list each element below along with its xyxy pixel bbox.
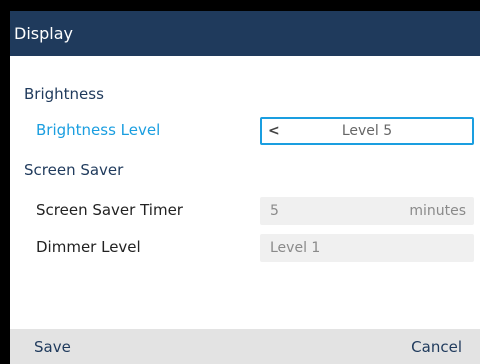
section-brightness: Brightness bbox=[24, 85, 104, 103]
screen-saver-timer-label: Screen Saver Timer bbox=[36, 201, 183, 219]
device-frame: Display Brightness Brightness Level < Le… bbox=[0, 0, 480, 364]
brightness-level-label: Brightness Level bbox=[36, 121, 161, 139]
page-title: Display bbox=[14, 24, 73, 43]
screen-saver-timer-value: 5 bbox=[270, 203, 279, 219]
screen-saver-timer-field[interactable]: 5 minutes bbox=[260, 197, 474, 225]
screen-saver-timer-unit: minutes bbox=[409, 203, 466, 219]
cancel-button[interactable]: Cancel bbox=[411, 338, 462, 356]
section-screen-saver: Screen Saver bbox=[24, 161, 124, 179]
dimmer-level-value: Level 1 bbox=[270, 240, 321, 256]
dimmer-level-field[interactable]: Level 1 bbox=[260, 234, 474, 262]
save-button[interactable]: Save bbox=[34, 338, 71, 356]
softkey-bar: Save Cancel bbox=[10, 329, 480, 364]
title-bar: Display bbox=[10, 11, 480, 56]
brightness-level-value: Level 5 bbox=[341, 123, 393, 139]
dimmer-level-label: Dimmer Level bbox=[36, 238, 141, 256]
display-screen: Display Brightness Brightness Level < Le… bbox=[10, 11, 480, 364]
brightness-level-selector[interactable]: < Level 5 bbox=[260, 117, 474, 145]
